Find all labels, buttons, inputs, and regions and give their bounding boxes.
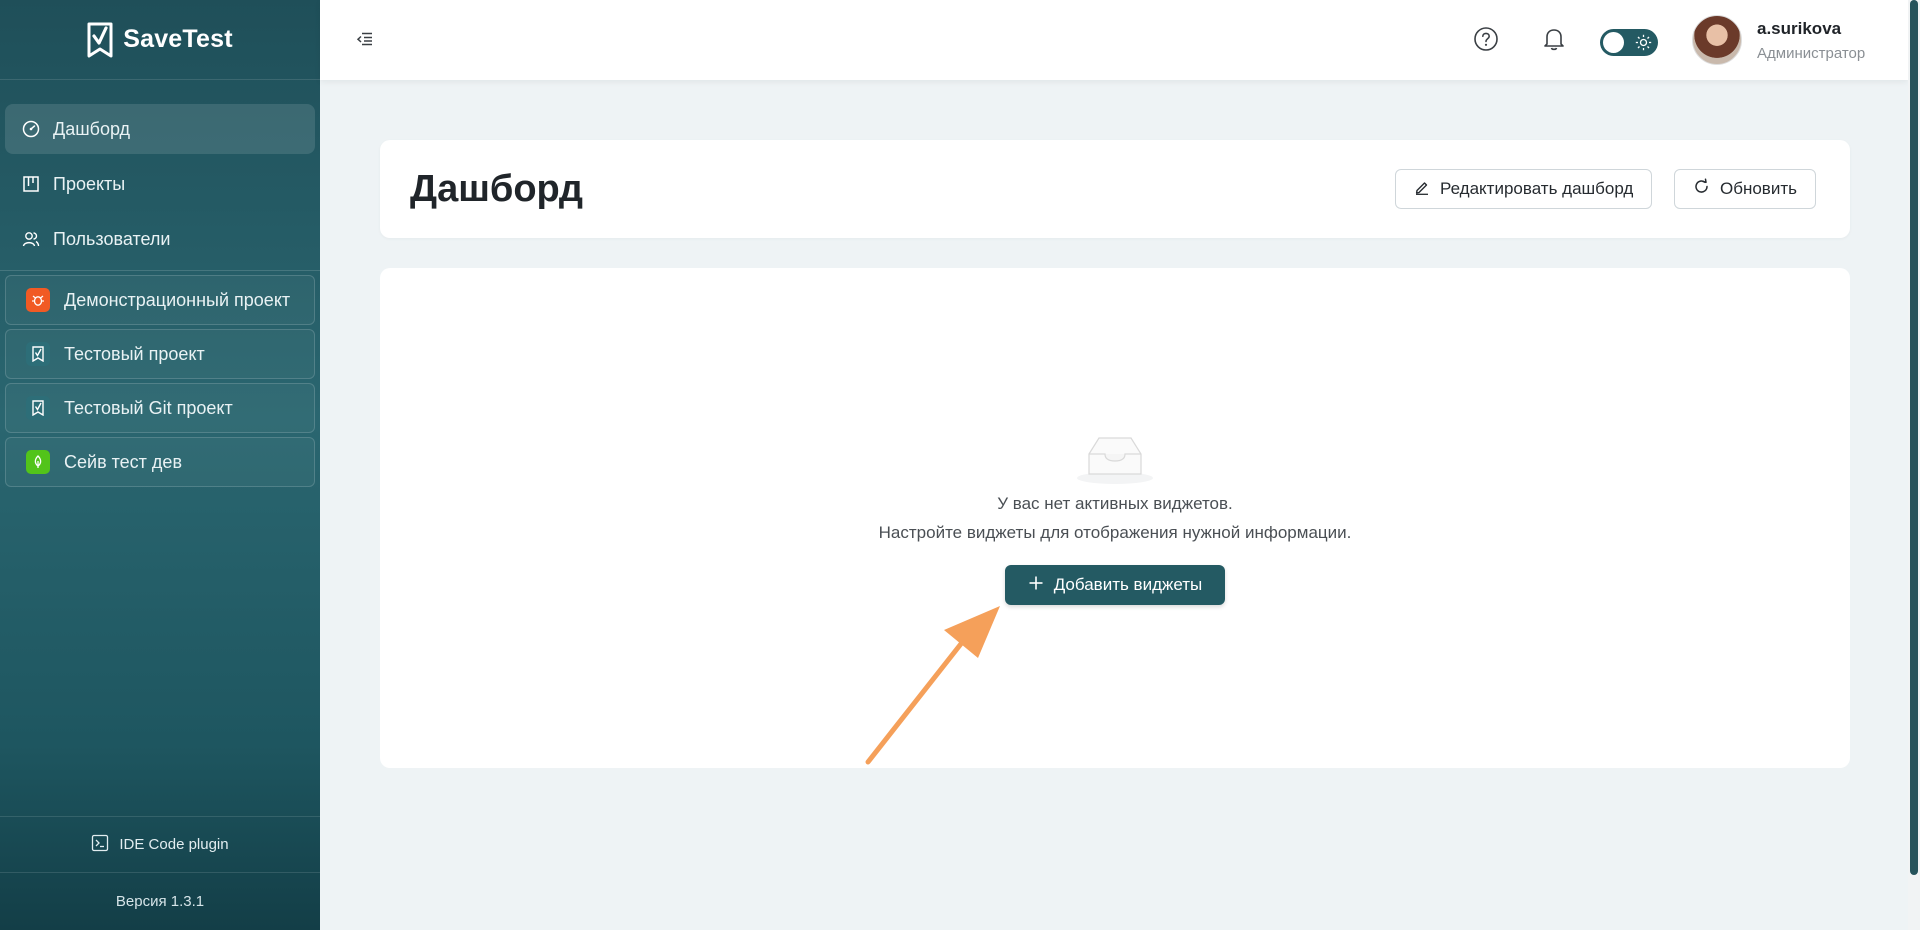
project-item-label: Тестовый Git проект <box>64 397 233 418</box>
edit-dashboard-label: Редактировать дашборд <box>1440 179 1634 198</box>
kanban-board-icon <box>21 174 41 194</box>
empty-state-hint: Настройте виджеты для отображения нужной… <box>878 523 1352 542</box>
ide-plugin-label: IDE Code plugin <box>119 836 229 853</box>
project-item-savetest-dev[interactable]: Сейв тест дев <box>5 437 315 487</box>
app-name: SaveTest <box>123 25 233 53</box>
add-widgets-label: Добавить виджеты <box>1053 575 1203 594</box>
sidebar-item-dashboard[interactable]: Дашборд <box>5 104 315 154</box>
pencil-icon <box>1414 179 1430 200</box>
refresh-label: Обновить <box>1720 179 1797 198</box>
sidebar-item-label: Пользователи <box>53 228 171 249</box>
project-item-test-git[interactable]: Тестовый Git проект <box>5 383 315 433</box>
scrollbar-thumb[interactable] <box>1910 0 1918 875</box>
widgets-area: У вас нет активных виджетов. Настройте в… <box>380 268 1850 768</box>
project-item-test[interactable]: Тестовый проект <box>5 329 315 379</box>
sidebar-item-projects[interactable]: Проекты <box>5 159 315 209</box>
bell-icon[interactable] <box>1542 26 1566 57</box>
toggle-knob <box>1603 32 1624 53</box>
leaf-icon <box>26 450 50 474</box>
top-header: a.surikova Администратор <box>320 0 1908 80</box>
refresh-icon <box>1693 178 1710 200</box>
page-title: Дашборд <box>410 168 583 210</box>
project-item-label: Тестовый проект <box>64 343 205 364</box>
plus-icon <box>1028 575 1044 596</box>
project-item-label: Демонстрационный проект <box>64 289 291 310</box>
bug-icon <box>26 288 50 312</box>
edit-dashboard-button[interactable]: Редактировать дашборд <box>1395 169 1653 209</box>
ide-plugin-link[interactable]: IDE Code plugin <box>0 816 320 872</box>
page-scrollbar[interactable] <box>1908 0 1920 930</box>
users-icon <box>21 229 41 249</box>
version-label: Версия 1.3.1 <box>0 872 320 930</box>
theme-toggle[interactable] <box>1600 29 1658 56</box>
refresh-button[interactable]: Обновить <box>1674 169 1816 209</box>
savetest-logo-icon <box>26 396 50 420</box>
user-name[interactable]: a.surikova <box>1757 19 1841 39</box>
sidebar-divider <box>0 270 320 271</box>
savetest-logo-icon <box>87 22 113 58</box>
page-title-card: Дашборд Редактировать дашборд Обновить <box>380 140 1850 238</box>
empty-inbox-icon <box>1073 428 1157 491</box>
sidebar: SaveTest Дашборд Проекты Пользователи Де… <box>0 0 320 930</box>
help-icon[interactable] <box>1473 26 1499 57</box>
empty-state-title: У вас нет активных виджетов. <box>997 494 1233 513</box>
sidebar-footer: IDE Code plugin Версия 1.3.1 <box>0 816 320 930</box>
sidebar-item-label: Проекты <box>53 173 126 194</box>
terminal-icon <box>91 834 109 856</box>
menu-collapse-icon[interactable] <box>356 30 374 53</box>
project-item-label: Сейв тест дев <box>64 451 183 472</box>
app-logo[interactable]: SaveTest <box>0 0 320 80</box>
sidebar-item-users[interactable]: Пользователи <box>5 214 315 264</box>
add-widgets-button[interactable]: Добавить виджеты <box>1005 565 1225 605</box>
project-item-demo[interactable]: Демонстрационный проект <box>5 275 315 325</box>
sidebar-item-label: Дашборд <box>53 118 131 139</box>
sun-icon <box>1635 34 1652 56</box>
savetest-logo-icon <box>26 342 50 366</box>
sidebar-nav: Дашборд Проекты Пользователи Демонстраци… <box>0 80 320 487</box>
user-role: Администратор <box>1757 45 1866 62</box>
dashboard-gauge-icon <box>21 119 41 139</box>
avatar[interactable] <box>1692 15 1742 65</box>
